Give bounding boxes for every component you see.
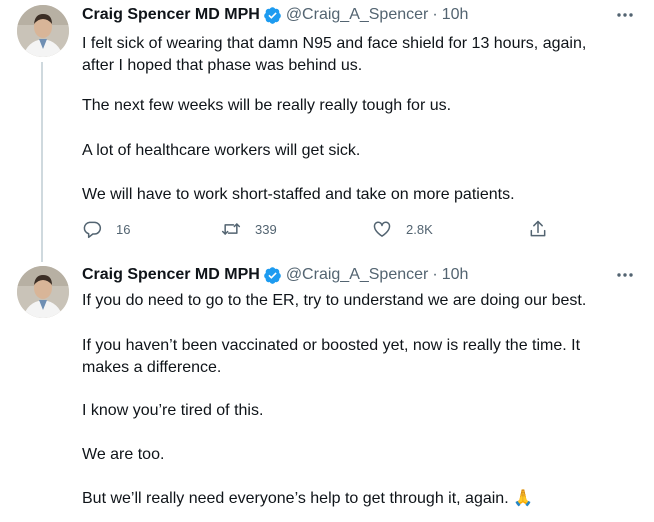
tweet-text-line: A lot of healthcare workers will get sic… [82,142,361,159]
tweet-text-line: If you do need to go to the ER, try to u… [82,292,587,309]
author-handle[interactable]: @Craig_A_Spencer [286,266,429,284]
tweet-timestamp[interactable]: 10h [442,266,469,284]
verified-badge-icon [263,266,282,285]
more-icon[interactable] [614,264,636,286]
more-icon[interactable] [614,4,636,26]
tweet-header: Craig Spencer MD MPH @Craig_A_Spencer · … [82,4,468,26]
tweet-text-line: We will have to work short-staffed and t… [82,186,515,203]
verified-badge-icon [263,6,282,25]
like-count: 2.8K [406,221,433,237]
like-icon [372,219,392,239]
avatar[interactable] [17,5,69,57]
tweet-text-line: If you haven’t been vaccinated or booste… [82,337,581,354]
tweet-text-line: after I hoped that phase was behind us. [82,57,363,74]
separator-dot: · [432,266,438,283]
like-button[interactable]: 2.8K [372,217,433,241]
tweet-text-line: makes a difference. [82,359,222,376]
separator-dot: · [432,6,438,23]
retweet-icon [221,219,241,239]
reply-button[interactable]: 16 [82,217,130,241]
tweet[interactable]: Craig Spencer MD MPH @Craig_A_Spencer · … [0,0,654,262]
author-name[interactable]: Craig Spencer MD MPH [82,6,260,24]
tweet-text-line: But we’ll really need everyone’s help to… [82,490,534,507]
share-button[interactable] [528,217,548,241]
retweet-count: 339 [255,221,277,237]
tweet-text-line: I know you’re tired of this. [82,402,264,419]
author-name[interactable]: Craig Spencer MD MPH [82,266,260,284]
tweet-text-line: The next few weeks will be really really… [82,97,452,114]
author-handle[interactable]: @Craig_A_Spencer [286,6,429,24]
tweet-header: Craig Spencer MD MPH @Craig_A_Spencer · … [82,264,468,286]
avatar[interactable] [17,266,69,318]
thread-connector-line [41,62,43,262]
tweet-text-line: I felt sick of wearing that damn N95 and… [82,35,587,52]
tweet-actions: 16 339 2.8K [80,217,560,241]
retweet-button[interactable]: 339 [221,217,277,241]
reply-icon [82,219,102,239]
tweet-timestamp[interactable]: 10h [442,6,469,24]
reply-count: 16 [116,221,131,237]
tweet[interactable]: Craig Spencer MD MPH @Craig_A_Spencer · … [0,258,654,522]
share-icon [528,219,548,239]
tweet-text-line: We are too. [82,446,165,463]
